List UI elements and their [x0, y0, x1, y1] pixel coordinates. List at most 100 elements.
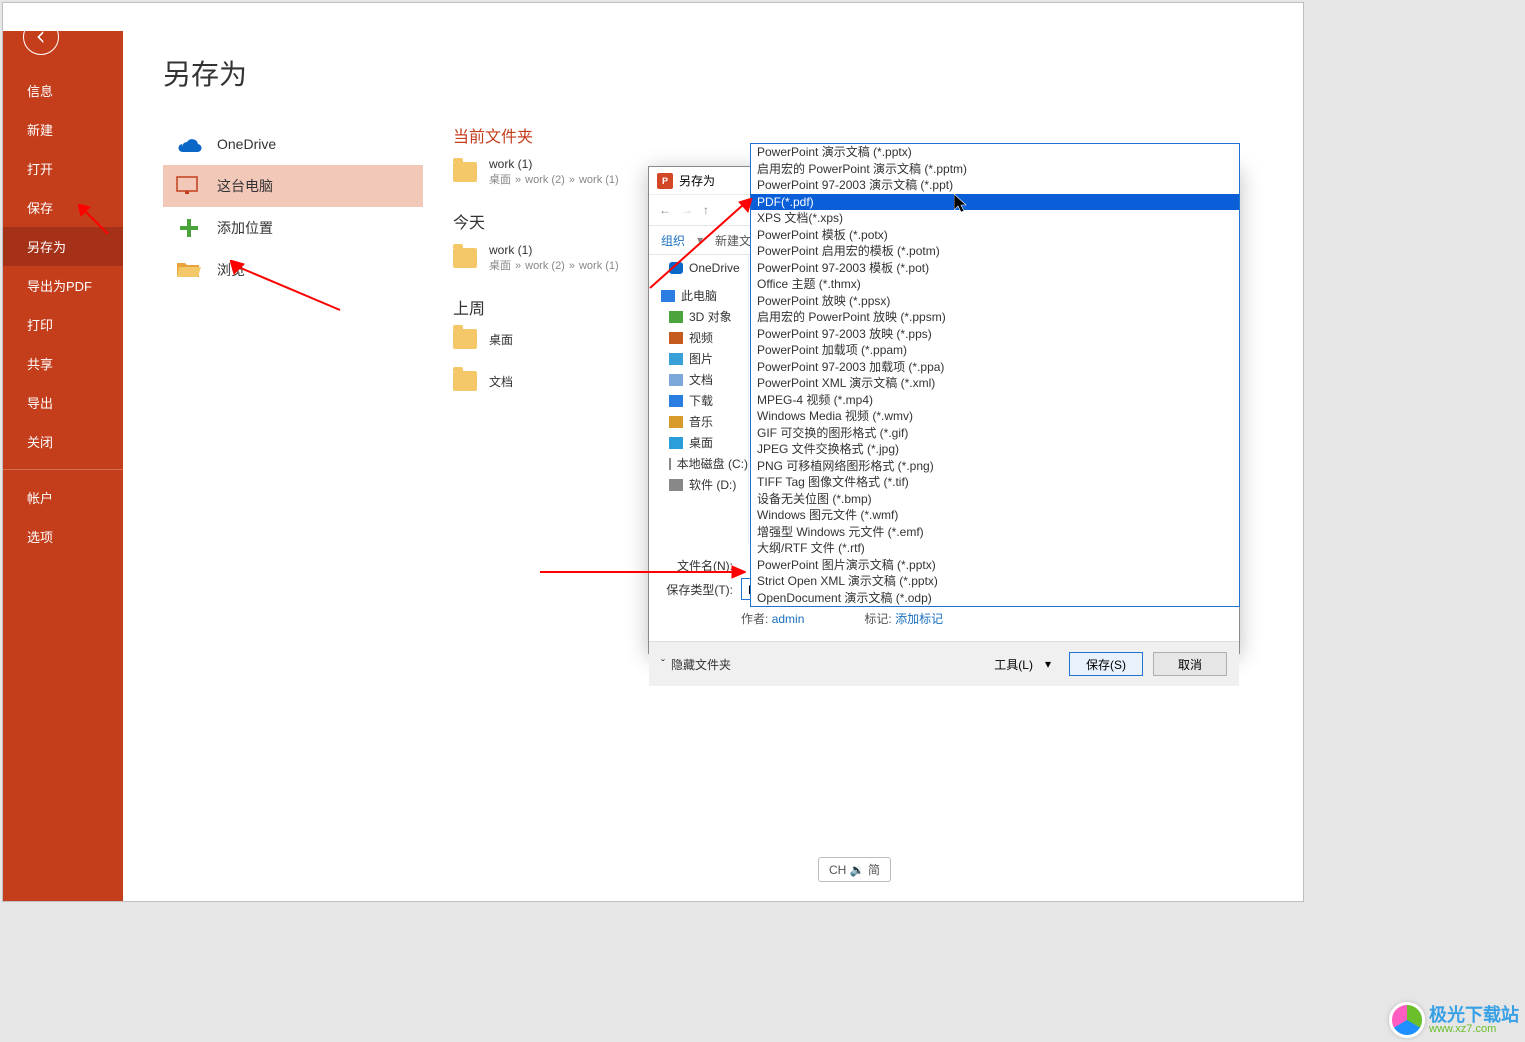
sidebar-item-share[interactable]: 共享	[3, 344, 123, 383]
tree-pictures[interactable]: 图片	[649, 348, 748, 369]
filetype-option[interactable]: PowerPoint 模板 (*.potx)	[751, 227, 1239, 244]
document-icon	[669, 374, 683, 386]
filetype-option[interactable]: Office 主题 (*.thmx)	[751, 276, 1239, 293]
sidebar-item-exportpdf[interactable]: 导出为PDF	[3, 266, 123, 305]
filetype-dropdown[interactable]: PowerPoint 演示文稿 (*.pptx)启用宏的 PowerPoint …	[750, 143, 1240, 607]
watermark-logo-icon	[1389, 1002, 1425, 1038]
folder-icon	[453, 329, 477, 349]
filetype-option[interactable]: MPEG-4 视频 (*.mp4)	[751, 392, 1239, 409]
annotation-arrow	[644, 198, 754, 298]
page-title: 另存为	[163, 53, 1303, 93]
folder-path: 桌面»work (2)»work (1)	[489, 171, 619, 187]
tree-desktop[interactable]: 桌面	[649, 432, 748, 453]
filetype-option[interactable]: 增强型 Windows 元文件 (*.emf)	[751, 524, 1239, 541]
annotation-arrow	[536, 562, 746, 582]
author-value[interactable]: admin	[772, 612, 805, 626]
save-button[interactable]: 保存(S)	[1069, 652, 1143, 676]
place-thispc[interactable]: 这台电脑	[163, 165, 423, 207]
folder-name: work (1)	[489, 157, 619, 171]
folder-icon	[453, 162, 477, 182]
desktop-icon	[669, 437, 683, 449]
tree-videos[interactable]: 视频	[649, 327, 748, 348]
filetype-option[interactable]: PowerPoint XML 演示文稿 (*.xml)	[751, 375, 1239, 392]
sidebar-item-options[interactable]: 选项	[3, 517, 123, 556]
annotation-arrow	[230, 260, 350, 320]
filetype-option[interactable]: PowerPoint 97-2003 模板 (*.pot)	[751, 260, 1239, 277]
chevron-up-icon: ˇ	[661, 657, 665, 671]
filetype-option[interactable]: XPS 文档(*.xps)	[751, 210, 1239, 227]
folder-icon	[453, 248, 477, 268]
filetype-option[interactable]: PowerPoint 97-2003 放映 (*.pps)	[751, 326, 1239, 343]
download-icon	[669, 395, 683, 407]
watermark-cn: 极光下载站	[1429, 1006, 1519, 1024]
sidebar-item-info[interactable]: 信息	[3, 71, 123, 110]
filetype-option[interactable]: GIF 可交换的图形格式 (*.gif)	[751, 425, 1239, 442]
sidebar-item-account[interactable]: 帐户	[3, 478, 123, 517]
ime-indicator[interactable]: CH 🔉 简	[818, 857, 891, 882]
filetype-option[interactable]: Windows Media 视频 (*.wmv)	[751, 408, 1239, 425]
onedrive-icon	[175, 133, 203, 155]
folder-name: work (1)	[489, 243, 619, 257]
filetype-option[interactable]: PDF(*.pdf)	[751, 194, 1239, 211]
folder-tree[interactable]: OneDrive 此电脑 3D 对象 视频 图片 文档 下载 音乐 桌面 本地磁…	[649, 255, 749, 545]
tools-dropdown[interactable]: 工具(L)▾	[986, 654, 1059, 675]
folder-name: 文档	[489, 373, 513, 390]
cube-icon	[669, 311, 683, 323]
dialog-title: 另存为	[679, 172, 715, 189]
filetype-option[interactable]: PowerPoint 图片演示文稿 (*.pptx)	[751, 557, 1239, 574]
tag-label: 标记:	[864, 612, 891, 626]
place-addlocation[interactable]: 添加位置	[163, 207, 423, 249]
backstage-sidebar: 信息 新建 打开 保存 另存为 导出为PDF 打印 共享 导出 关闭 帐户 选项	[3, 3, 123, 901]
sidebar-item-new[interactable]: 新建	[3, 110, 123, 149]
watermark-en: www.xz7.com	[1429, 1024, 1519, 1035]
filetype-option[interactable]: PowerPoint 放映 (*.ppsx)	[751, 293, 1239, 310]
tree-drived[interactable]: 软件 (D:)	[649, 474, 748, 495]
music-icon	[669, 416, 683, 428]
place-onedrive[interactable]: OneDrive	[163, 123, 423, 165]
filetype-option[interactable]: PNG 可移植网络图形格式 (*.png)	[751, 458, 1239, 475]
filetype-option[interactable]: Windows 图元文件 (*.wmf)	[751, 507, 1239, 524]
sidebar-item-print[interactable]: 打印	[3, 305, 123, 344]
filetype-option[interactable]: 大纲/RTF 文件 (*.rtf)	[751, 540, 1239, 557]
tree-3dobjects[interactable]: 3D 对象	[649, 306, 748, 327]
plus-icon	[175, 217, 203, 239]
folder-open-icon	[175, 259, 203, 281]
sidebar-item-export[interactable]: 导出	[3, 383, 123, 422]
filetype-option[interactable]: Strict Open XML 演示文稿 (*.pptx)	[751, 573, 1239, 590]
pc-icon	[175, 175, 203, 197]
drive-icon	[669, 458, 671, 470]
chevron-down-icon: ▾	[1045, 657, 1051, 671]
filetype-option[interactable]: PowerPoint 加载项 (*.ppam)	[751, 342, 1239, 359]
filetype-option[interactable]: PowerPoint 97-2003 演示文稿 (*.ppt)	[751, 177, 1239, 194]
place-label: 添加位置	[217, 218, 273, 238]
filetype-option[interactable]: JPEG 文件交换格式 (*.jpg)	[751, 441, 1239, 458]
folder-icon	[453, 371, 477, 391]
tree-music[interactable]: 音乐	[649, 411, 748, 432]
savetype-label: 保存类型(T):	[661, 581, 741, 598]
place-label: OneDrive	[217, 136, 276, 152]
drive-icon	[669, 479, 683, 491]
tree-downloads[interactable]: 下载	[649, 390, 748, 411]
sidebar-divider	[3, 469, 123, 470]
cancel-button[interactable]: 取消	[1153, 652, 1227, 676]
watermark: 极光下载站 www.xz7.com	[1389, 1002, 1519, 1038]
filetype-option[interactable]: 启用宏的 PowerPoint 放映 (*.ppsm)	[751, 309, 1239, 326]
filetype-option[interactable]: PowerPoint 演示文稿 (*.pptx)	[751, 144, 1239, 161]
video-icon	[669, 332, 683, 344]
filetype-option[interactable]: PowerPoint 97-2003 加载项 (*.ppa)	[751, 359, 1239, 376]
tag-value[interactable]: 添加标记	[895, 612, 943, 626]
filetype-option[interactable]: 设备无关位图 (*.bmp)	[751, 491, 1239, 508]
filetype-option[interactable]: OpenDocument 演示文稿 (*.odp)	[751, 590, 1239, 607]
filetype-option[interactable]: 启用宏的 PowerPoint 演示文稿 (*.pptm)	[751, 161, 1239, 178]
sidebar-item-open[interactable]: 打开	[3, 149, 123, 188]
picture-icon	[669, 353, 683, 365]
sidebar-item-close[interactable]: 关闭	[3, 422, 123, 461]
hide-folders-toggle[interactable]: ˇ隐藏文件夹	[661, 656, 731, 673]
filetype-option[interactable]: PowerPoint 启用宏的模板 (*.potm)	[751, 243, 1239, 260]
author-label: 作者:	[741, 612, 768, 626]
place-label: 这台电脑	[217, 176, 273, 196]
tree-documents[interactable]: 文档	[649, 369, 748, 390]
tree-localc[interactable]: 本地磁盘 (C:)	[649, 453, 748, 474]
folder-name: 桌面	[489, 331, 513, 348]
filetype-option[interactable]: TIFF Tag 图像文件格式 (*.tif)	[751, 474, 1239, 491]
